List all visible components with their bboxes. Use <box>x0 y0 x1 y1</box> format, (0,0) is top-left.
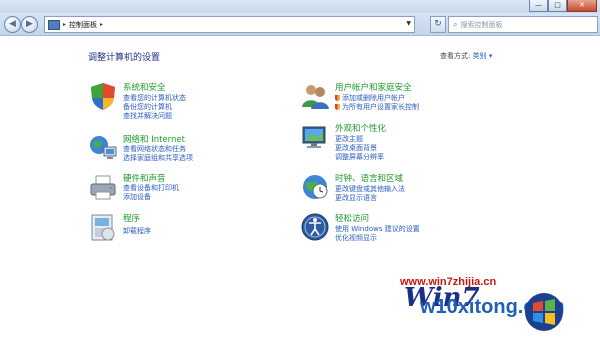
search-box[interactable]: ⌕ 搜索控制面板 <box>448 16 598 33</box>
category-title[interactable]: 轻松访问 <box>335 212 369 224</box>
category-title[interactable]: 用户帐户和家庭安全 <box>335 81 412 93</box>
close-button[interactable]: ✕ <box>567 0 597 12</box>
uac-shield-icon <box>335 95 340 101</box>
link[interactable]: 为所有用户设置家长控制 <box>335 102 419 112</box>
view-by-dropdown[interactable]: 类别 ▾ <box>473 52 493 60</box>
category-title[interactable]: 系统和安全 <box>123 81 166 93</box>
network-icon[interactable] <box>88 133 118 163</box>
windows-logo-icon <box>525 293 563 331</box>
navigation-bar: ◀ ▶ ▸ 控制面板 ▸ ▼ ↻ ⌕ 搜索控制面板 <box>0 13 600 36</box>
link-text: 为所有用户设置家长控制 <box>342 103 419 111</box>
category-title[interactable]: 外观和个性化 <box>335 122 386 134</box>
users-icon[interactable] <box>300 81 330 111</box>
category-title[interactable]: 时钟、语言和区域 <box>335 172 403 184</box>
title-bar: — □ ✕ <box>0 0 600 13</box>
printer-icon[interactable] <box>88 172 118 202</box>
search-placeholder: 搜索控制面板 <box>460 20 503 29</box>
forward-arrow-icon: ▶ <box>26 19 33 29</box>
maximize-button[interactable]: □ <box>548 0 567 12</box>
breadcrumb-control-panel[interactable]: 控制面板 <box>69 20 97 30</box>
view-by-label: 查看方式: <box>440 52 471 60</box>
view-by: 查看方式: 类别 ▾ <box>440 51 492 61</box>
control-panel-icon <box>48 19 60 30</box>
ease-of-access-icon[interactable] <box>300 212 330 242</box>
address-bar[interactable]: ▸ 控制面板 ▸ ▼ <box>44 16 415 33</box>
breadcrumb-arrow-icon[interactable]: ▸ <box>63 21 66 28</box>
breadcrumb-arrow-icon[interactable]: ▸ <box>100 21 103 28</box>
link-text: 添加或删除用户帐户 <box>342 94 405 102</box>
link[interactable]: 调整屏幕分辨率 <box>335 152 384 162</box>
back-arrow-icon: ◀ <box>9 19 16 29</box>
forward-button[interactable]: ▶ <box>21 16 38 33</box>
clock-globe-icon[interactable] <box>300 172 330 202</box>
window-controls: — □ ✕ <box>529 0 597 12</box>
link[interactable]: 卸载程序 <box>123 226 151 236</box>
refresh-icon: ↻ <box>434 19 442 29</box>
uac-shield-icon <box>335 104 340 110</box>
link[interactable]: 选择家庭组和共享选项 <box>123 153 193 163</box>
address-dropdown-icon[interactable]: ▼ <box>406 20 411 27</box>
search-icon: ⌕ <box>453 19 458 29</box>
page-title: 调整计算机的设置 <box>88 53 161 63</box>
programs-icon[interactable] <box>88 212 118 242</box>
back-button[interactable]: ◀ <box>4 16 21 33</box>
link[interactable]: 查找并解决问题 <box>123 111 172 121</box>
monitor-icon[interactable] <box>300 122 330 152</box>
link[interactable]: 优化视频显示 <box>335 233 377 243</box>
minimize-button[interactable]: — <box>529 0 548 12</box>
link[interactable]: 添加设备 <box>123 192 151 202</box>
category-title[interactable]: 程序 <box>123 212 140 224</box>
shield-icon[interactable] <box>88 81 118 111</box>
link[interactable]: 更改显示语言 <box>335 193 377 203</box>
refresh-button[interactable]: ↻ <box>430 16 446 33</box>
